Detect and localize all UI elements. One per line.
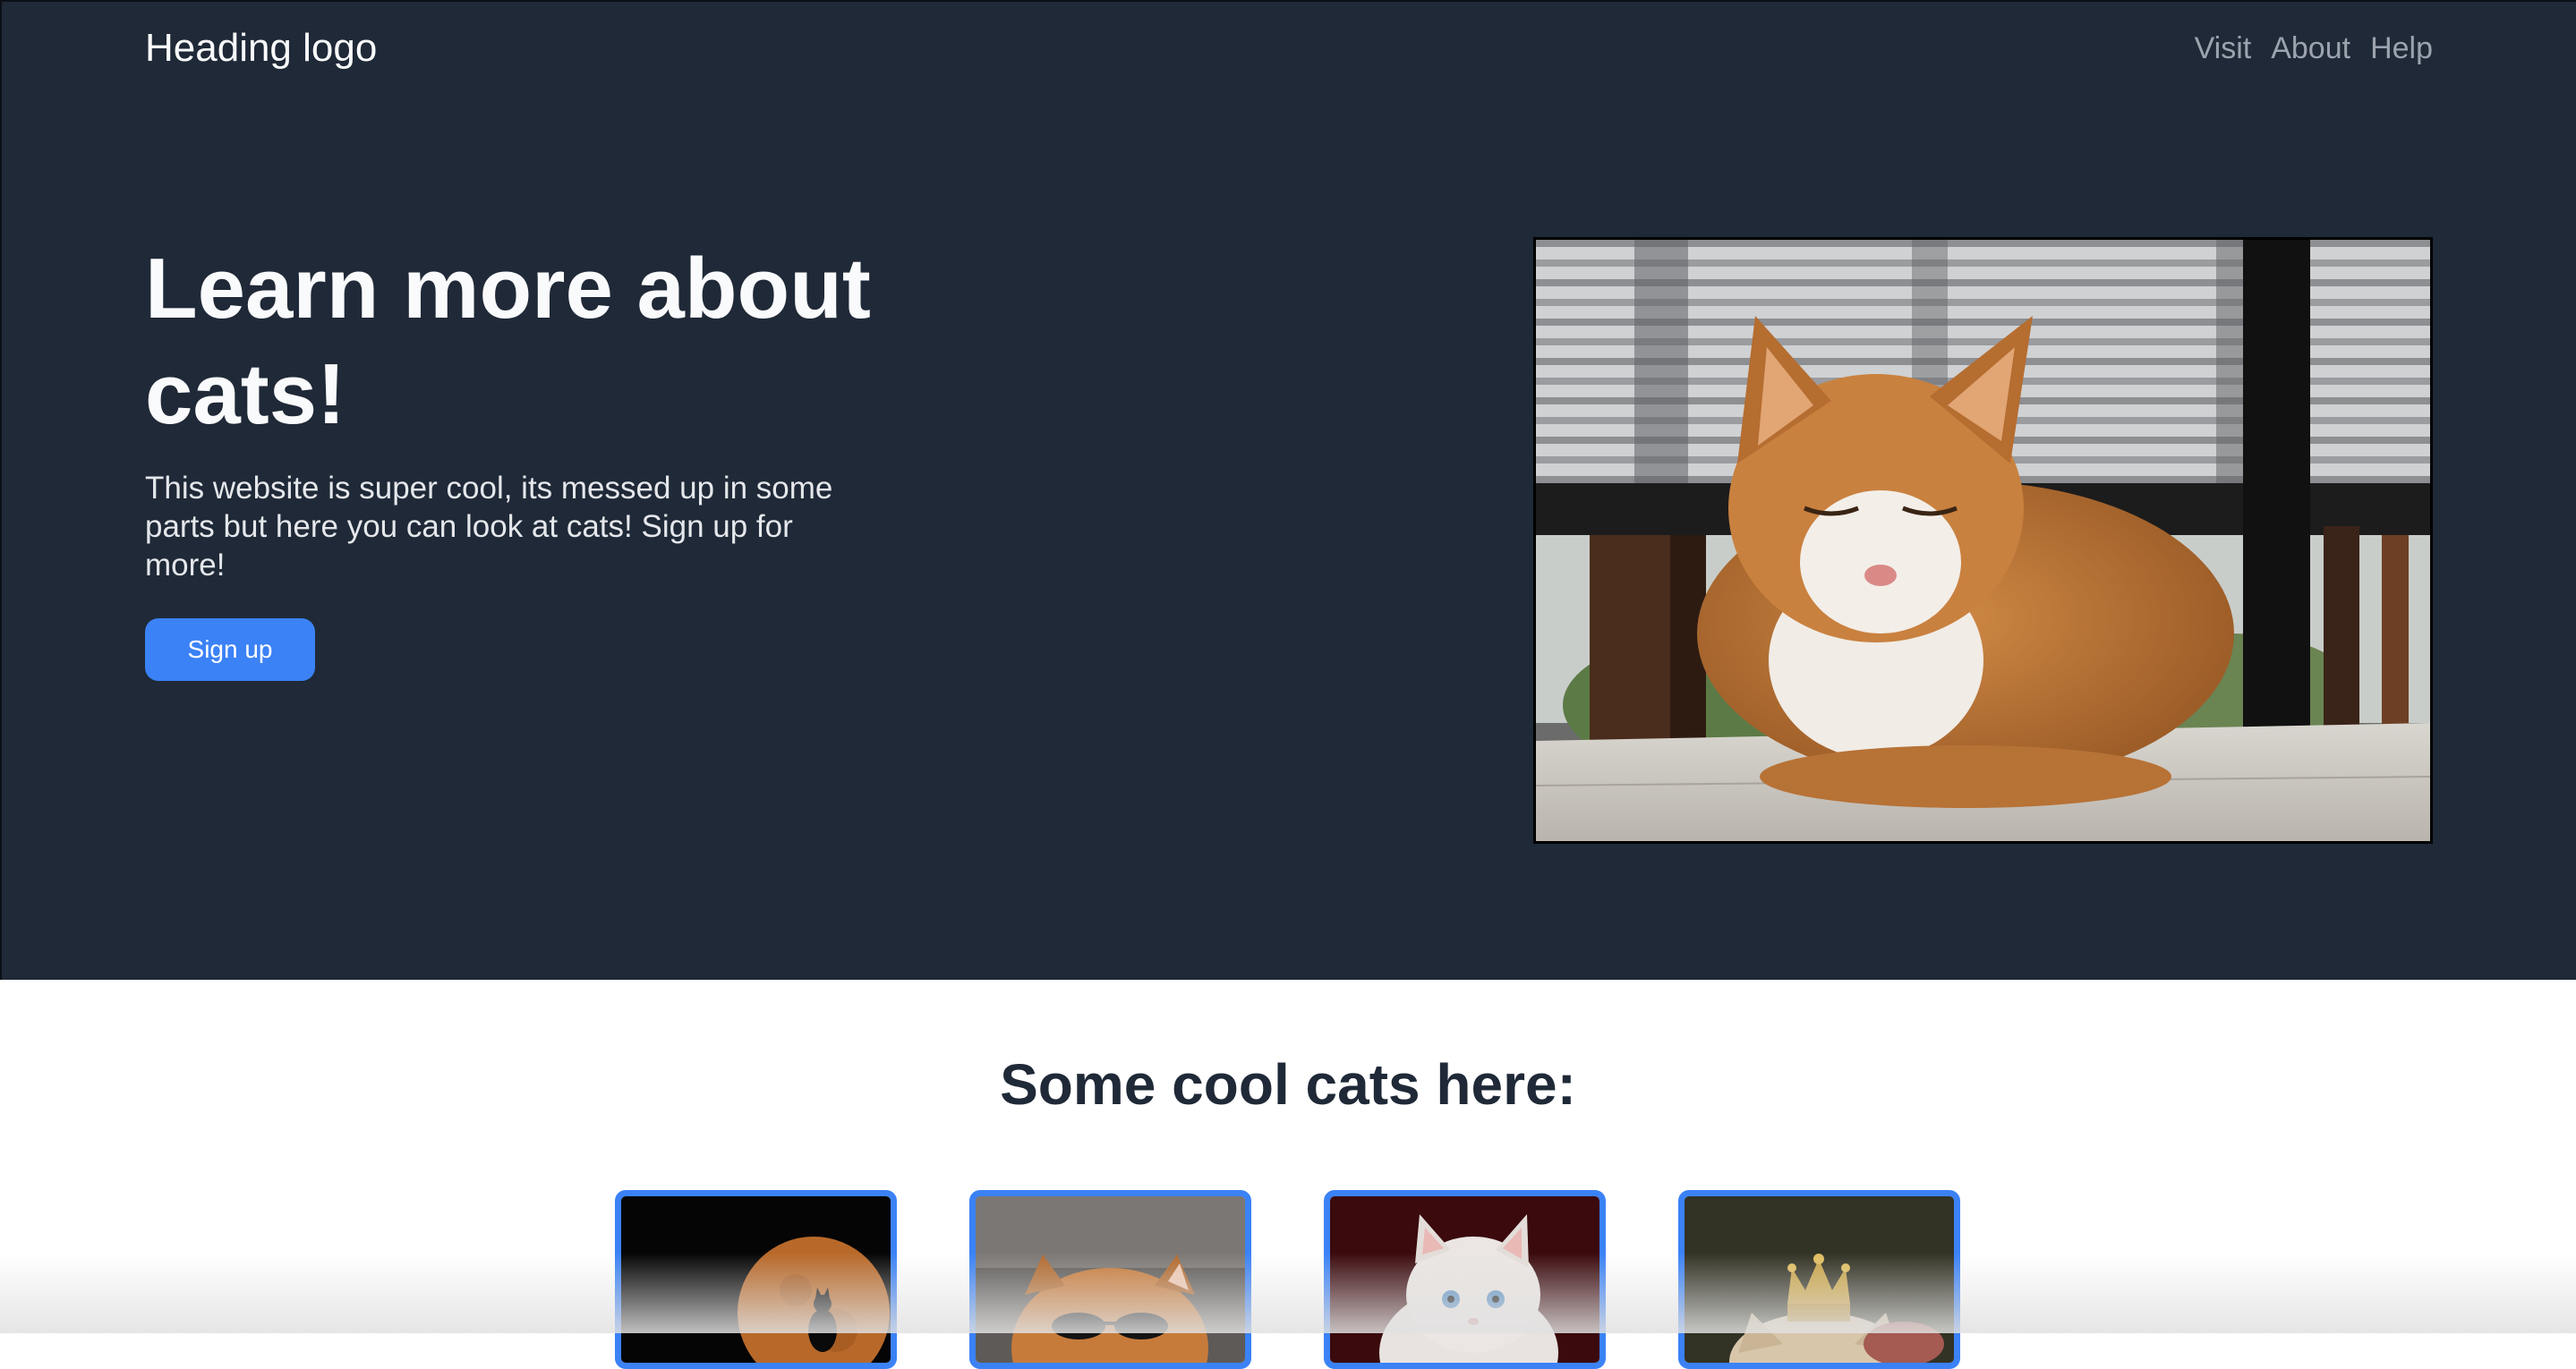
top-nav: Visit About Help [2195,25,2433,72]
hero-section: Heading logo Visit About Help Learn more… [0,0,2576,980]
hero-cat-image [1533,237,2433,844]
nav-link-visit[interactable]: Visit [2195,25,2252,72]
cat-card-kitten[interactable] [1324,1190,1606,1369]
cat-moon-photo [621,1196,891,1363]
cat-card-crown[interactable] [1678,1190,1960,1369]
sign-up-button[interactable]: Sign up [145,618,315,681]
heading-logo[interactable]: Heading logo [145,23,377,73]
nav-link-about[interactable]: About [2271,25,2350,72]
bottom-fade [0,1253,2576,1333]
hero-description: This website is super cool, its messed u… [145,471,833,582]
gallery-title: Some cool cats here: [1000,1052,1576,1117]
nav-link-help[interactable]: Help [2370,25,2433,72]
cat-card-moon[interactable] [615,1190,897,1369]
orange-cat-photo [1536,240,2430,841]
cat-card-sunglasses[interactable] [969,1190,1251,1369]
cat-crown-photo [1685,1196,1954,1363]
white-kitten-photo [1330,1196,1599,1363]
hero-title: Learn more about cats! [145,241,871,442]
cat-sunglasses-photo [976,1196,1245,1363]
